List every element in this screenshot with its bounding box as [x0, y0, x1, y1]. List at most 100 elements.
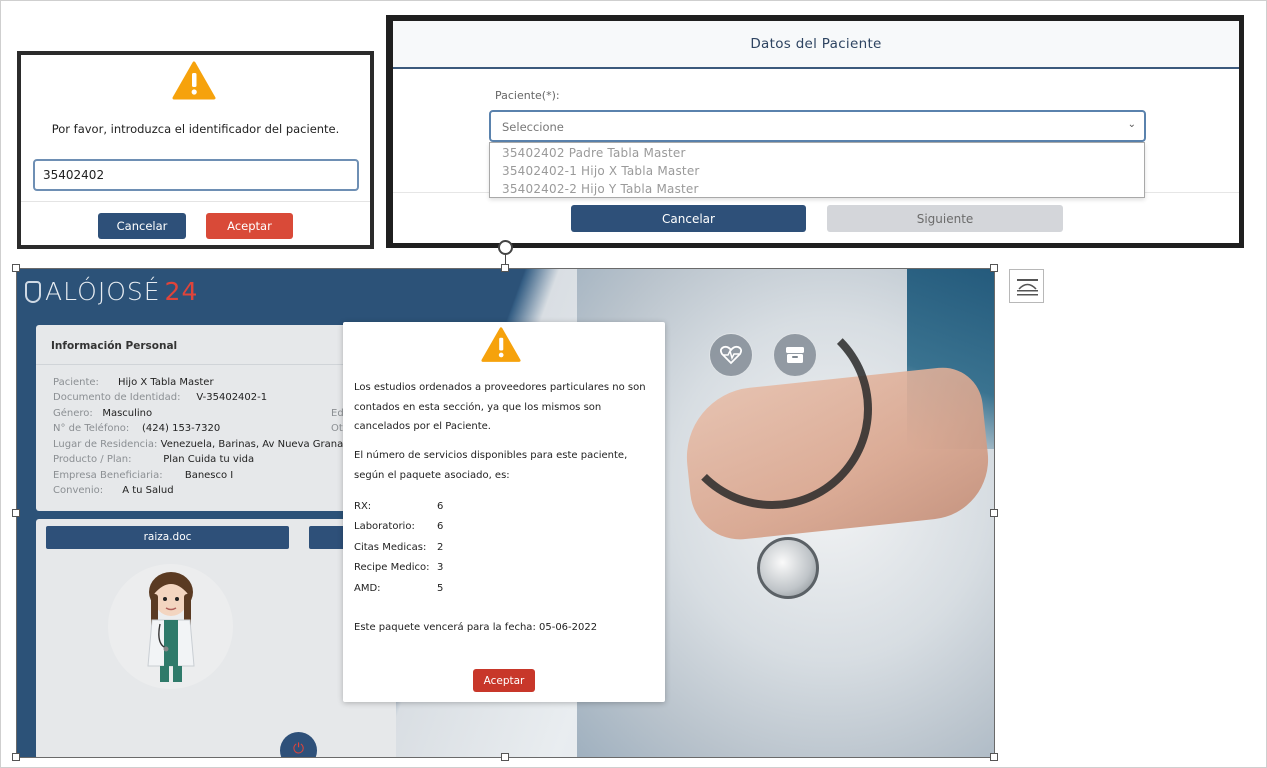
- expiry-text: Este paquete vencerá para la fecha: 05-0…: [354, 622, 598, 633]
- inbox-icon: [786, 347, 804, 363]
- accept-button[interactable]: Aceptar: [206, 213, 293, 239]
- info-value: Hijo X Tabla Master: [118, 377, 214, 388]
- patient-dialog: Datos del Paciente Paciente(*): Seleccio…: [393, 21, 1239, 243]
- photo-stethoscope: [672, 309, 872, 509]
- health-button[interactable]: [709, 333, 753, 377]
- info-row: Empresa Beneficiaria: Banesco I: [53, 470, 233, 481]
- service-row: Laboratorio: 6: [354, 521, 443, 532]
- card-title: Información Personal: [51, 340, 178, 352]
- info-label: Empresa Beneficiaria:: [53, 470, 163, 481]
- info-value: A tu Salud: [122, 485, 174, 496]
- warning-icon: [481, 327, 521, 362]
- resize-handle[interactable]: [12, 264, 20, 272]
- service-count: 3: [437, 562, 444, 573]
- info-row: Paciente: Hijo X Tabla Master: [53, 377, 214, 388]
- info-value: V-35402402-1: [196, 392, 268, 403]
- info-value: Venezuela, Barinas, Av Nueva Grana: [160, 439, 344, 450]
- logo-number: 24: [164, 277, 199, 306]
- info-label: Género:: [53, 408, 93, 419]
- app-logo: ALÓJOSÉ 24: [25, 277, 198, 306]
- personal-info-card: Información Personal Paciente: Hijo X Ta…: [36, 325, 396, 511]
- info-label: Documento de Identidad:: [53, 392, 181, 403]
- service-count: 2: [437, 542, 444, 553]
- resize-handle[interactable]: [990, 753, 998, 761]
- patient-field-label: Paciente(*):: [495, 89, 560, 102]
- resize-handle[interactable]: [501, 753, 509, 761]
- notice-paragraph: El número de servicios disponibles para …: [354, 446, 659, 485]
- identifier-message: Por favor, introduzca el identificador d…: [51, 122, 340, 136]
- logo-text: ALÓJOSÉ: [45, 277, 161, 306]
- heartbeat-icon: [719, 345, 743, 365]
- service-name: Recipe Medico:: [354, 562, 430, 573]
- service-name: Citas Medicas:: [354, 542, 427, 553]
- next-button[interactable]: Siguiente: [827, 205, 1063, 232]
- info-row: N° de Teléfono: (424) 153-7320: [53, 423, 220, 434]
- notice-paragraph: Los estudios ordenados a proveedores par…: [354, 378, 659, 437]
- info-label: Convenio:: [53, 485, 104, 496]
- text-line: contados en esta sección, ya que los mis…: [354, 401, 602, 413]
- photo-stethoscope-head: [757, 537, 819, 599]
- info-label: Producto / Plan:: [53, 454, 132, 465]
- service-count: 5: [437, 583, 444, 594]
- patient-identifier-input[interactable]: [33, 159, 359, 191]
- wrap-text-icon: [1017, 279, 1038, 296]
- service-name: AMD:: [354, 583, 381, 594]
- info-value: Plan Cuida tu vida: [163, 454, 255, 465]
- dialog-title: Datos del Paciente: [750, 36, 882, 52]
- patient-select[interactable]: Seleccione ⌄: [489, 110, 1146, 142]
- cancel-button[interactable]: Cancelar: [98, 213, 186, 239]
- info-row: Género: Masculino: [53, 408, 152, 419]
- resize-handle[interactable]: [12, 509, 20, 517]
- services-modal: Los estudios ordenados a proveedores par…: [343, 322, 665, 702]
- patient-options-list: 35402402 Padre Tabla Master 35402402-1 H…: [489, 142, 1145, 198]
- power-icon: ⏻: [292, 741, 305, 757]
- service-count: 6: [437, 521, 444, 532]
- document-tab[interactable]: raiza.doc: [46, 526, 289, 549]
- text-line: Los estudios ordenados a proveedores par…: [354, 382, 646, 393]
- info-value: (424) 153-7320: [142, 423, 221, 434]
- service-name: RX:: [354, 501, 372, 512]
- text-line: El número de servicios disponibles para …: [354, 450, 628, 461]
- info-row: Producto / Plan: Plan Cuida tu vida: [53, 454, 254, 465]
- accept-button[interactable]: Aceptar: [473, 669, 535, 692]
- divider: [21, 201, 370, 202]
- text-line: cancelados por el Paciente.: [354, 421, 491, 432]
- identifier-dialog: Por favor, introduzca el identificador d…: [21, 55, 370, 245]
- inbox-button[interactable]: [773, 333, 817, 377]
- warning-icon: [172, 61, 216, 100]
- chevron-down-icon: ⌄: [1127, 119, 1136, 130]
- info-row: Documento de Identidad: V-35402402-1: [53, 392, 267, 403]
- patient-option[interactable]: 35402402-2 Hijo Y Tabla Master: [490, 180, 1144, 198]
- info-row: Lugar de Residencia: Venezuela, Barinas,…: [53, 439, 343, 450]
- info-label: N° de Teléfono:: [53, 423, 130, 434]
- avatar: [108, 564, 233, 689]
- text-line: según el paquete asociado, es:: [354, 469, 510, 481]
- patient-dialog-screenshot: Datos del Paciente Paciente(*): Seleccio…: [386, 15, 1244, 248]
- service-row: Recipe Medico: 3: [354, 562, 443, 573]
- select-value: Seleccione: [502, 120, 564, 134]
- service-name: Laboratorio:: [354, 521, 415, 532]
- card-header: Información Personal: [36, 325, 396, 365]
- info-value: Banesco I: [184, 470, 234, 481]
- cancel-button[interactable]: Cancelar: [571, 205, 806, 232]
- service-count: 6: [437, 501, 444, 512]
- patient-option[interactable]: 35402402-1 Hijo X Tabla Master: [490, 162, 1144, 180]
- info-value: Masculino: [102, 408, 153, 419]
- info-row: Convenio: A tu Salud: [53, 485, 174, 496]
- doctor-avatar-icon: [147, 572, 195, 682]
- resize-handle[interactable]: [12, 753, 20, 761]
- layout-options-button[interactable]: [1009, 269, 1044, 303]
- resize-handle[interactable]: [501, 264, 509, 272]
- identifier-dialog-screenshot: Por favor, introduzca el identificador d…: [17, 51, 374, 249]
- patient-option[interactable]: 35402402 Padre Tabla Master: [490, 144, 1144, 162]
- service-row: Citas Medicas: 2: [354, 542, 443, 553]
- resize-handle[interactable]: [990, 509, 998, 517]
- rotate-handle[interactable]: [498, 240, 513, 255]
- info-label: Paciente:: [53, 377, 99, 388]
- service-row: AMD: 5: [354, 583, 443, 594]
- dialog-header: Datos del Paciente: [393, 21, 1239, 69]
- logo-icon: [25, 280, 41, 303]
- service-row: RX: 6: [354, 501, 443, 512]
- info-label: Lugar de Residencia:: [53, 439, 158, 450]
- resize-handle[interactable]: [990, 264, 998, 272]
